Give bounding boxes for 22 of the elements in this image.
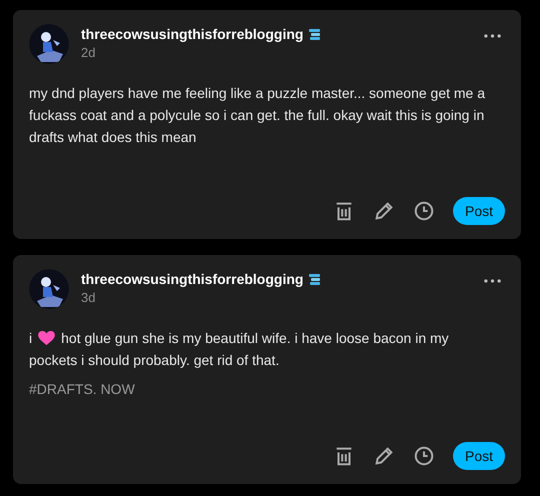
username[interactable]: threecowsusingthisforreblogging <box>81 26 304 42</box>
post-button[interactable]: Post <box>452 197 505 225</box>
more-icon[interactable] <box>484 34 501 38</box>
more-icon[interactable] <box>484 279 501 283</box>
avatar[interactable] <box>29 24 69 64</box>
post-text: my dnd players have me feeling like a puzzle master... someone get me a fuckass coat and a polycule so i can get. the full. okay wait this is going in drafts what does this mean <box>29 84 486 147</box>
post-button[interactable]: Post <box>452 442 505 470</box>
post-text: pockets i should probably. get rid of that. <box>29 351 280 370</box>
clock-icon[interactable] <box>412 445 435 467</box>
avatar[interactable] <box>29 269 69 309</box>
post-text: hot glue gun she is my beautiful wife. i have loose bacon in my <box>61 329 449 348</box>
post-text: i <box>29 329 32 348</box>
heart-icon <box>38 330 56 346</box>
scroll-icon <box>308 27 322 41</box>
tag-link[interactable]: #DRAFTS. NOW <box>29 381 135 397</box>
scroll-icon <box>308 272 322 286</box>
pencil-icon[interactable] <box>372 445 395 467</box>
pencil-icon[interactable] <box>372 200 395 222</box>
username[interactable]: threecowsusingthisforreblogging <box>81 271 304 287</box>
post-time: 2d <box>81 45 96 60</box>
post-time: 3d <box>81 290 96 305</box>
clock-icon[interactable] <box>412 200 435 222</box>
